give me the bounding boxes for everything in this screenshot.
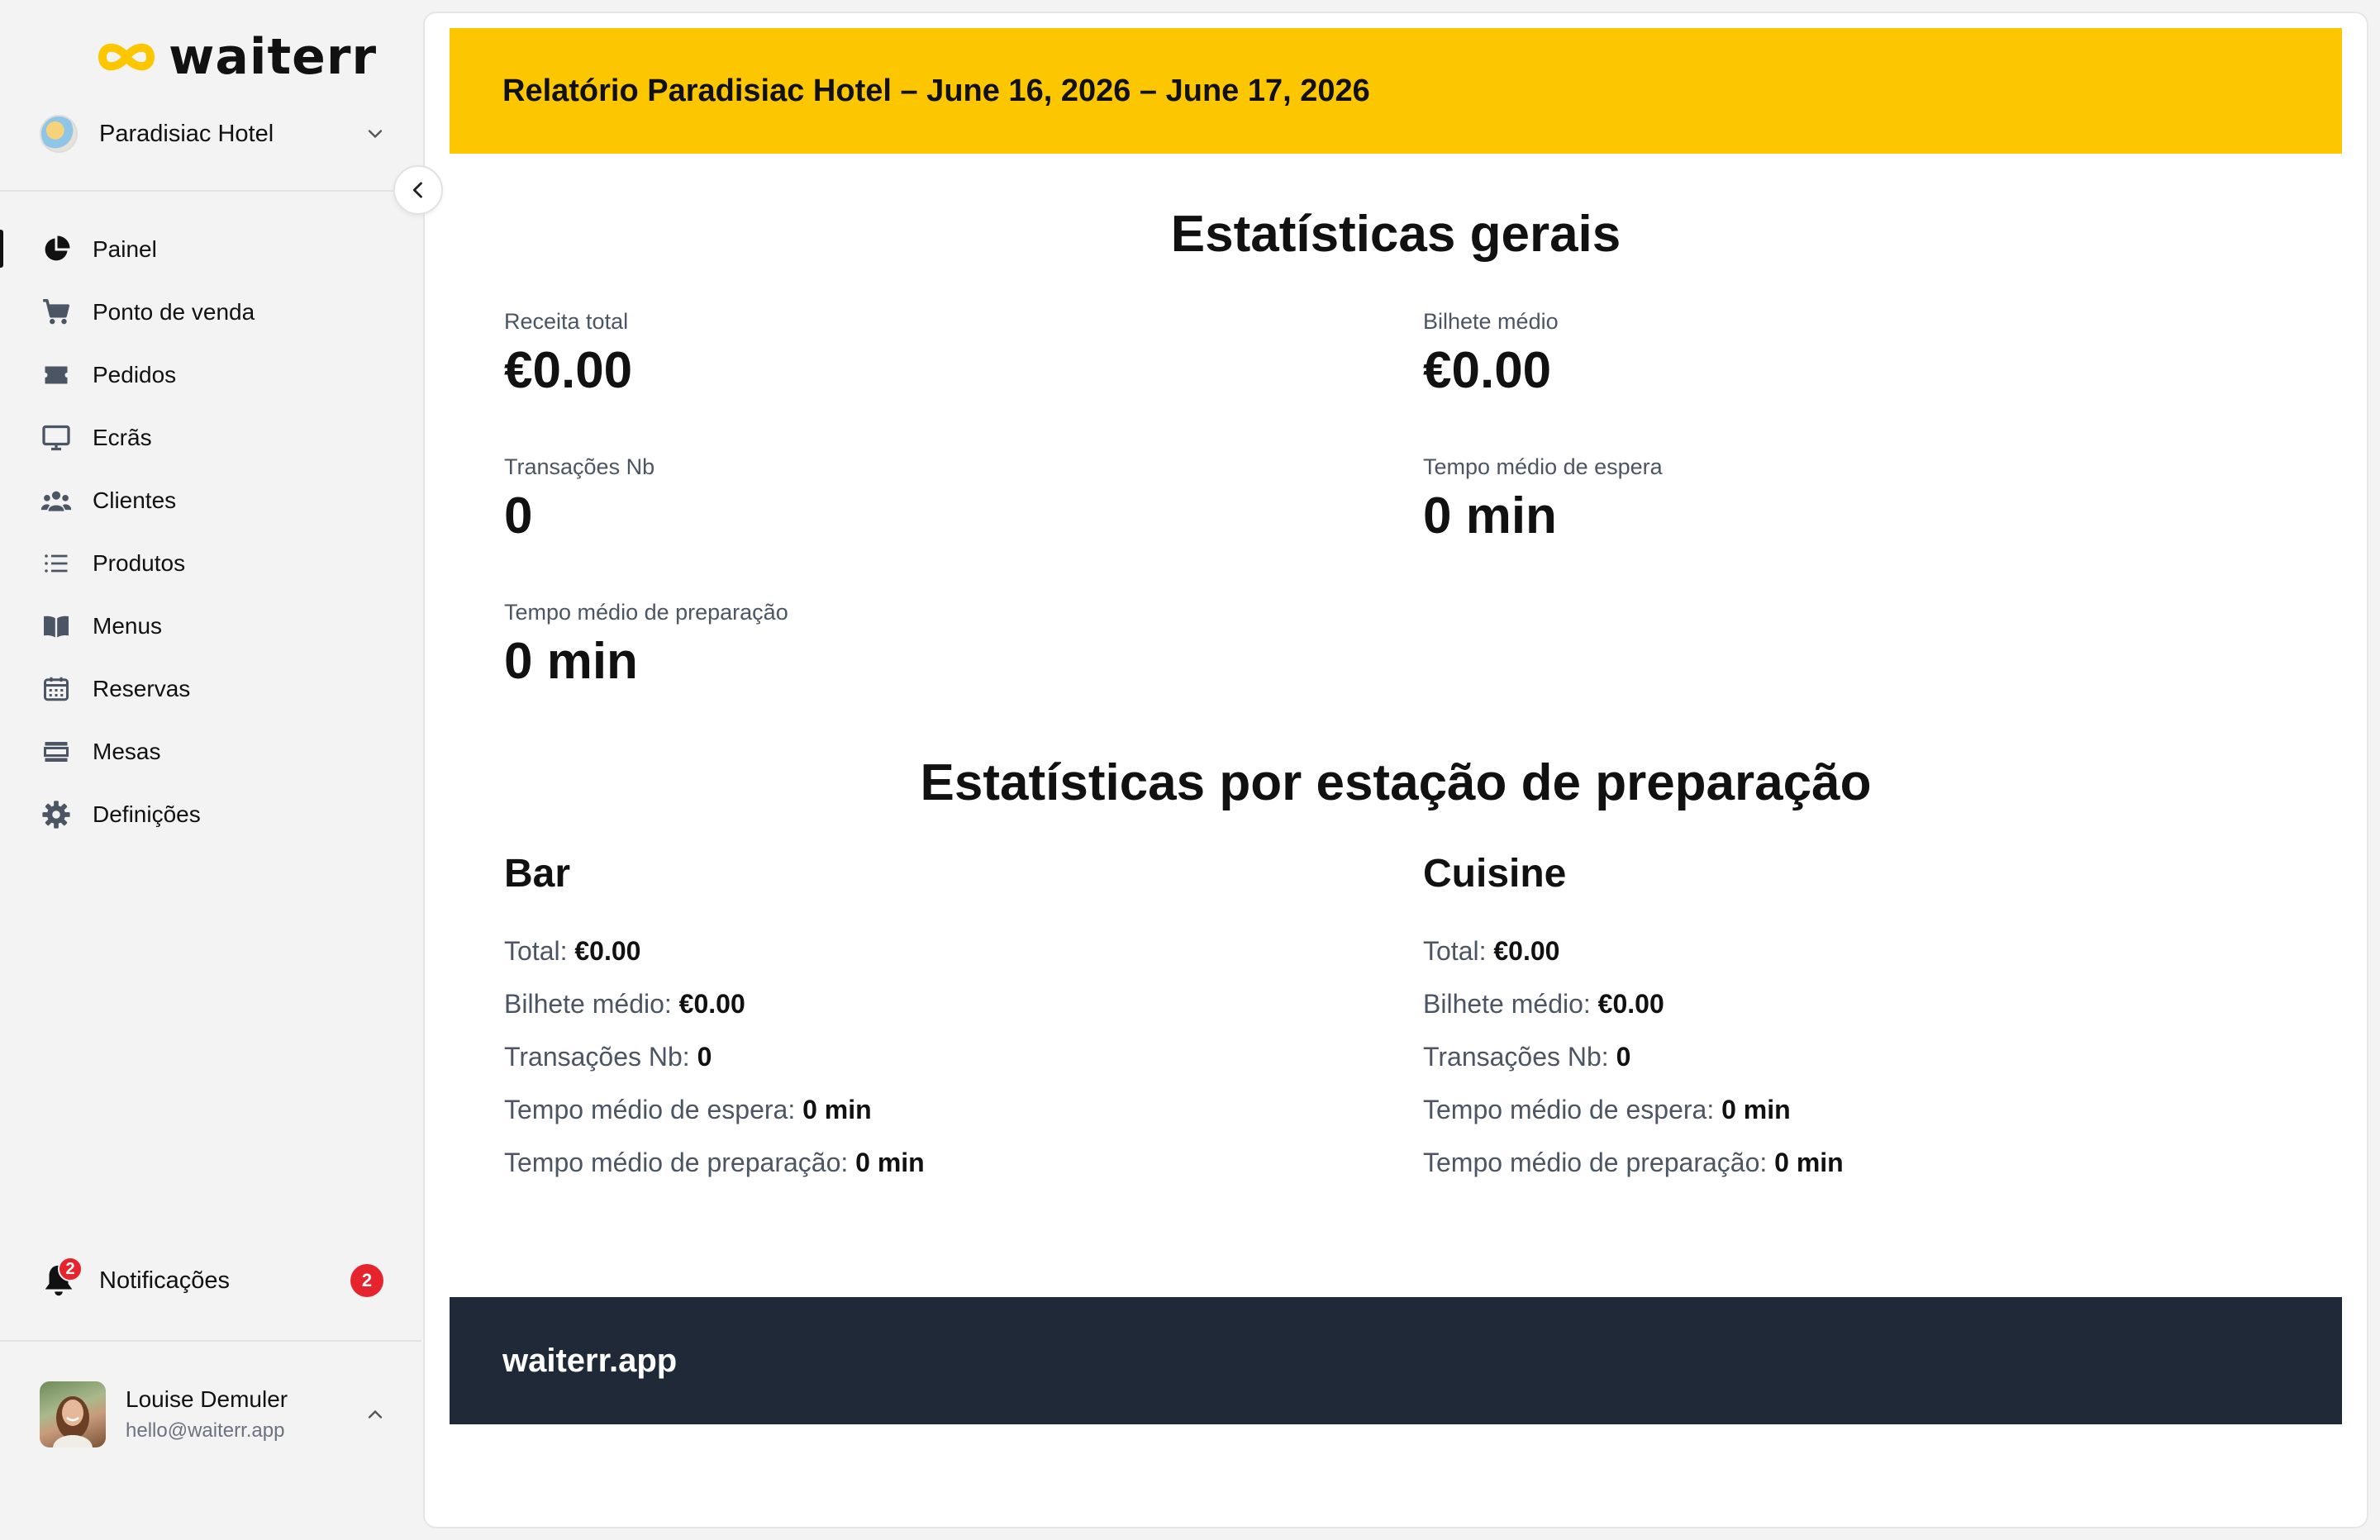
stat-value: 0 min: [504, 633, 638, 690]
station-row: Tempo médio de preparação: 0 min: [504, 1148, 925, 1177]
station-row: Total: €0.00: [1423, 936, 1560, 966]
sidebar-item-label: Produtos: [93, 550, 186, 576]
stat-value: €0.00: [1423, 342, 1552, 399]
stations-stats-title: Estatísticas por estação de preparação: [920, 754, 1872, 811]
stat-transactions: Transações Nb 0: [504, 454, 654, 544]
sidebar-item-menus[interactable]: Menus: [0, 595, 421, 658]
pie-chart-icon: [40, 233, 73, 266]
stat-label: Bilhete médio: [1423, 309, 1559, 334]
sidebar-item-label: Clientes: [93, 487, 177, 513]
list-icon: [40, 547, 73, 580]
station-title: Cuisine: [1423, 852, 1567, 896]
station-row: Total: €0.00: [504, 936, 641, 966]
sidebar-item-label: Pedidos: [93, 362, 177, 387]
stat-revenue: Receita total €0.00: [504, 309, 632, 399]
sidebar-item-clientes[interactable]: Clientes: [0, 469, 421, 532]
sidebar-item-label: Mesas: [93, 739, 161, 764]
sidebar-divider: [0, 190, 421, 192]
stat-avg-ticket: Bilhete médio €0.00: [1423, 309, 1559, 399]
general-stats-title: Estatísticas gerais: [1170, 206, 1621, 263]
sidebar-item-ponto-de-venda[interactable]: Ponto de venda: [0, 281, 421, 344]
notifications-item[interactable]: 2 Notificações 2: [40, 1256, 387, 1305]
station-title: Bar: [504, 852, 571, 896]
stat-value: 0: [504, 487, 533, 544]
waiterr-logo[interactable]: waiterr: [96, 28, 377, 86]
notifications-label: Notificações: [99, 1267, 230, 1294]
chevron-left-icon: [412, 182, 422, 198]
sidebar-item-label: Ponto de venda: [93, 299, 255, 325]
report-footer: waiterr.app: [450, 1297, 2342, 1424]
sidebar-item-pedidos[interactable]: Pedidos: [0, 344, 421, 406]
venue-selector[interactable]: Paradisiac Hotel: [40, 111, 387, 157]
station-row: Transações Nb: 0: [504, 1042, 712, 1072]
stat-label: Transações Nb: [504, 454, 655, 479]
sidebar-item-label: Reservas: [93, 676, 191, 701]
cart-icon: [40, 296, 73, 329]
report-title: Relatório Paradisiac Hotel – June 16, 20…: [502, 73, 1370, 108]
station-row: Bilhete médio: €0.00: [504, 989, 745, 1019]
stat-value: €0.00: [504, 342, 633, 399]
notifications-count-badge: 2: [350, 1264, 383, 1297]
book-icon: [40, 610, 73, 643]
ticket-icon: [40, 359, 73, 392]
stat-value: 0 min: [1423, 487, 1557, 544]
chevron-up-icon: [368, 1409, 383, 1419]
venue-avatar: [40, 115, 78, 153]
user-name: Louise Demuler: [126, 1386, 288, 1412]
user-email: hello@waiterr.app: [126, 1419, 285, 1442]
bell-badge: 2: [58, 1257, 83, 1281]
infinity-logo-icon: [98, 43, 155, 71]
venue-name: Paradisiac Hotel: [99, 120, 274, 147]
sidebar-item-label: Definições: [93, 801, 201, 827]
sidebar-item-label: Painel: [93, 236, 157, 262]
sidebar-nav: Painel Ponto de venda Pedidos Ecrãs Clie…: [0, 218, 421, 846]
station-row: Tempo médio de preparação: 0 min: [1423, 1148, 1844, 1177]
calendar-icon: [40, 673, 73, 706]
footer-link[interactable]: waiterr.app: [502, 1343, 677, 1380]
sidebar-item-label: Ecrãs: [93, 425, 152, 450]
user-menu[interactable]: Louise Demuler hello@waiterr.app: [40, 1380, 387, 1449]
gear-icon: [40, 798, 73, 831]
station-row: Transações Nb: 0: [1423, 1042, 1631, 1072]
station-row: Bilhete médio: €0.00: [1423, 989, 1664, 1019]
station-cuisine: Cuisine Total: €0.00 Bilhete médio: €0.0…: [1423, 851, 2249, 1189]
stat-label: Receita total: [504, 309, 629, 334]
sidebar-item-ecras[interactable]: Ecrãs: [0, 406, 421, 469]
station-bar: Bar Total: €0.00 Bilhete médio: €0.00 Tr…: [504, 851, 1330, 1189]
sidebar-item-label: Menus: [93, 613, 163, 639]
report-banner: Relatório Paradisiac Hotel – June 16, 20…: [450, 28, 2342, 154]
sidebar-item-mesas[interactable]: Mesas: [0, 720, 421, 783]
sidebar-item-painel[interactable]: Painel: [0, 218, 421, 281]
stat-avg-wait: Tempo médio de espera 0 min: [1423, 454, 1663, 544]
collapse-sidebar-button[interactable]: [393, 165, 443, 215]
station-row: Tempo médio de espera: 0 min: [1423, 1095, 1791, 1124]
brand-name: waiterr: [169, 28, 378, 86]
sidebar: waiterr Paradisiac Hotel Painel Ponto de…: [0, 0, 421, 1540]
sidebar-item-produtos[interactable]: Produtos: [0, 532, 421, 595]
sidebar-item-definicoes[interactable]: Definições: [0, 783, 421, 846]
sidebar-divider: [0, 1340, 421, 1342]
station-row: Tempo médio de espera: 0 min: [504, 1095, 872, 1124]
sidebar-item-reservas[interactable]: Reservas: [0, 658, 421, 720]
report-panel: Relatório Paradisiac Hotel – June 16, 20…: [423, 12, 2368, 1528]
table-icon: [40, 735, 73, 768]
chevron-down-icon: [368, 130, 383, 139]
users-icon: [40, 484, 73, 517]
stat-avg-prep: Tempo médio de preparação 0 min: [504, 600, 788, 690]
bell-icon: 2: [40, 1257, 83, 1300]
stat-label: Tempo médio de preparação: [504, 600, 788, 625]
avatar: [40, 1381, 106, 1447]
monitor-icon: [40, 421, 73, 454]
stat-label: Tempo médio de espera: [1423, 454, 1663, 479]
